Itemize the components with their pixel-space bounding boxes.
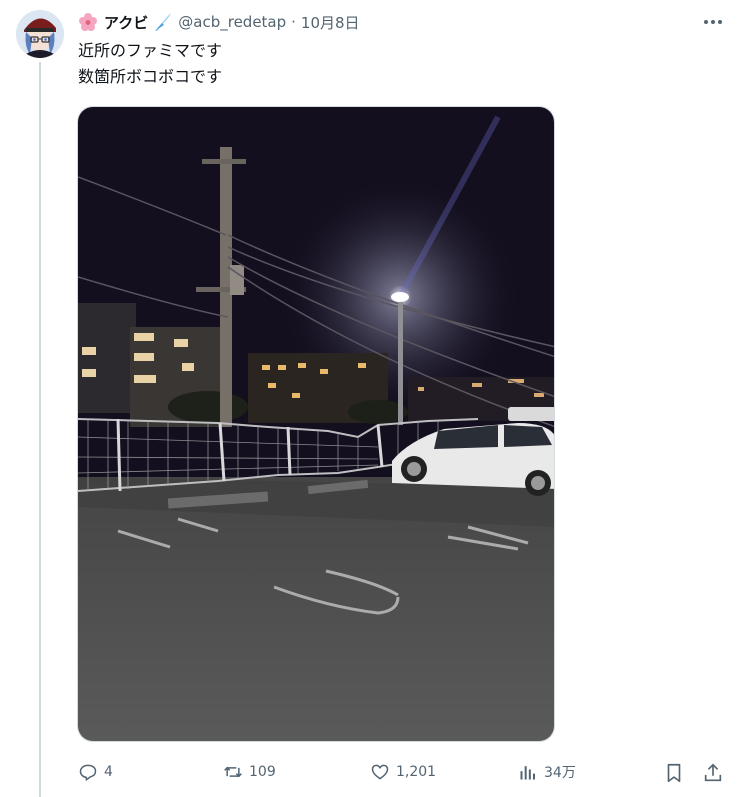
- display-name[interactable]: アクビ: [104, 12, 148, 33]
- more-icon[interactable]: [700, 12, 726, 32]
- tweet-header: アクビ @acb_redetap · 10月8日: [78, 10, 360, 34]
- like-count: 1,201: [396, 764, 437, 780]
- tweet-text: 近所のファミマです 数箇所ボコボコです: [78, 38, 222, 90]
- like-button[interactable]: 1,201: [370, 758, 436, 786]
- views-button[interactable]: 34万: [518, 758, 576, 786]
- bookmark-icon[interactable]: [663, 762, 685, 784]
- timestamp[interactable]: 10月8日: [301, 12, 360, 33]
- tweet-text-line: 数箇所ボコボコです: [78, 67, 223, 86]
- tweet-text-line: 近所のファミマです: [78, 41, 223, 60]
- reply-count: 4: [104, 764, 113, 780]
- views-count: 34万: [544, 765, 576, 781]
- separator: ·: [291, 13, 296, 31]
- handle[interactable]: @acb_redetap: [178, 13, 286, 31]
- flower-emoji-icon: [79, 13, 97, 31]
- retweet-icon: [224, 766, 242, 778]
- retweet-count: 109: [249, 764, 276, 780]
- like-icon: [371, 764, 389, 780]
- tweet-photo[interactable]: [77, 106, 555, 742]
- comet-emoji-icon: [155, 13, 172, 31]
- share-icon[interactable]: [702, 762, 724, 784]
- reply-button[interactable]: 4: [78, 758, 113, 786]
- views-icon: [520, 766, 535, 780]
- tweet-card[interactable]: アクビ @acb_redetap · 10月8日 近所のファミマです 数箇所ボコ…: [0, 0, 748, 797]
- thread-line: [39, 62, 41, 797]
- retweet-button[interactable]: 109: [223, 758, 276, 786]
- avatar[interactable]: [16, 10, 64, 58]
- tweet-actions: 4 109 1,201 34万: [0, 758, 748, 786]
- reply-icon: [79, 764, 97, 781]
